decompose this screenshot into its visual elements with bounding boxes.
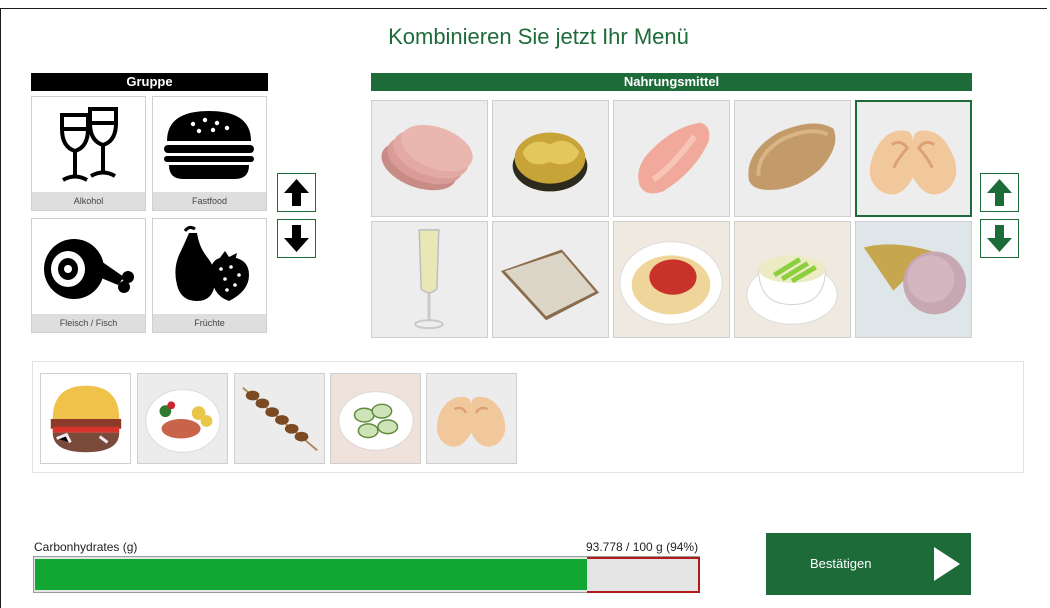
wine-glasses-icon — [60, 107, 118, 182]
bread-slice-image — [493, 222, 608, 337]
ham-slices-image — [372, 101, 487, 216]
group-label: Alkohol — [32, 192, 145, 210]
meat-skewer-image — [235, 374, 324, 463]
menu-item-fish-plate[interactable] — [137, 373, 228, 464]
food-tile-chicken-breast[interactable] — [613, 100, 730, 217]
food-tile-breaded-schnitzel[interactable] — [734, 100, 851, 217]
food-tile-bread-slice[interactable] — [492, 221, 609, 338]
spaghetti-bolognese-image — [614, 222, 729, 337]
group-tile-fruechte[interactable]: Früchte — [152, 218, 267, 333]
cucumber-salad-image — [331, 374, 420, 463]
food-tile-walnut[interactable] — [492, 100, 609, 217]
group-label: Früchte — [153, 314, 266, 332]
fish-plate-image — [138, 374, 227, 463]
breaded-schnitzel-image — [735, 101, 850, 216]
palmier-pastry-image — [857, 102, 970, 215]
walnut-image — [493, 101, 608, 216]
food-tile-ice-cream-cone[interactable] — [855, 221, 972, 338]
food-tile-sparkling-wine-glass[interactable] — [371, 221, 488, 338]
food-tile-ham-slices[interactable] — [371, 100, 488, 217]
progress-value: 93.778 / 100 g (94%) — [586, 540, 699, 554]
ham-icon — [44, 239, 134, 299]
burger-image — [41, 374, 130, 463]
arrow-up-icon — [284, 179, 309, 206]
group-scroll-down-button[interactable] — [277, 219, 316, 258]
group-label: Fastfood — [153, 192, 266, 210]
arrow-down-icon — [987, 225, 1012, 252]
food-scroll-down-button[interactable] — [980, 219, 1019, 258]
menu-item-meat-skewer[interactable] — [234, 373, 325, 464]
food-scroll-up-button[interactable] — [980, 173, 1019, 212]
food-tile-spaghetti-bolognese[interactable] — [613, 221, 730, 338]
menu-panel — [32, 361, 1024, 473]
food-tile-palmier-pastry[interactable] — [855, 100, 972, 217]
page-title: Kombinieren Sie jetzt Ihr Menü — [388, 24, 689, 49]
menu-item-burger[interactable] — [40, 373, 131, 464]
group-scroll-up-button[interactable] — [277, 173, 316, 212]
group-tile-fleisch-fisch[interactable]: Fleisch / Fisch — [31, 218, 146, 333]
burger-icon — [164, 111, 254, 179]
food-tile-asparagus-soup[interactable] — [734, 221, 851, 338]
arrow-down-icon — [284, 225, 309, 252]
sparkling-wine-glass-image — [372, 222, 487, 337]
group-label: Fleisch / Fisch — [32, 314, 145, 332]
asparagus-soup-image — [735, 222, 850, 337]
palmier-pastry-image — [427, 374, 516, 463]
play-arrow-icon — [934, 547, 960, 581]
arrow-up-icon — [987, 179, 1012, 206]
group-header: Gruppe — [31, 73, 268, 91]
progress-label: Carbonhydrates (g) — [34, 540, 138, 554]
group-tile-alkohol[interactable]: Alkohol — [31, 96, 146, 211]
progress-limit-zone — [587, 557, 700, 593]
fruit-icon — [175, 225, 249, 301]
ice-cream-cone-image — [856, 222, 971, 337]
chicken-breast-image — [614, 101, 729, 216]
confirm-button-label: Bestätigen — [810, 556, 872, 571]
confirm-button[interactable]: Bestätigen — [766, 533, 971, 595]
food-header: Nahrungsmittel — [371, 73, 972, 91]
progress-fill — [35, 559, 587, 590]
group-tile-fastfood[interactable]: Fastfood — [152, 96, 267, 211]
menu-item-cucumber-salad[interactable] — [330, 373, 421, 464]
menu-item-palmier-pastry[interactable] — [426, 373, 517, 464]
